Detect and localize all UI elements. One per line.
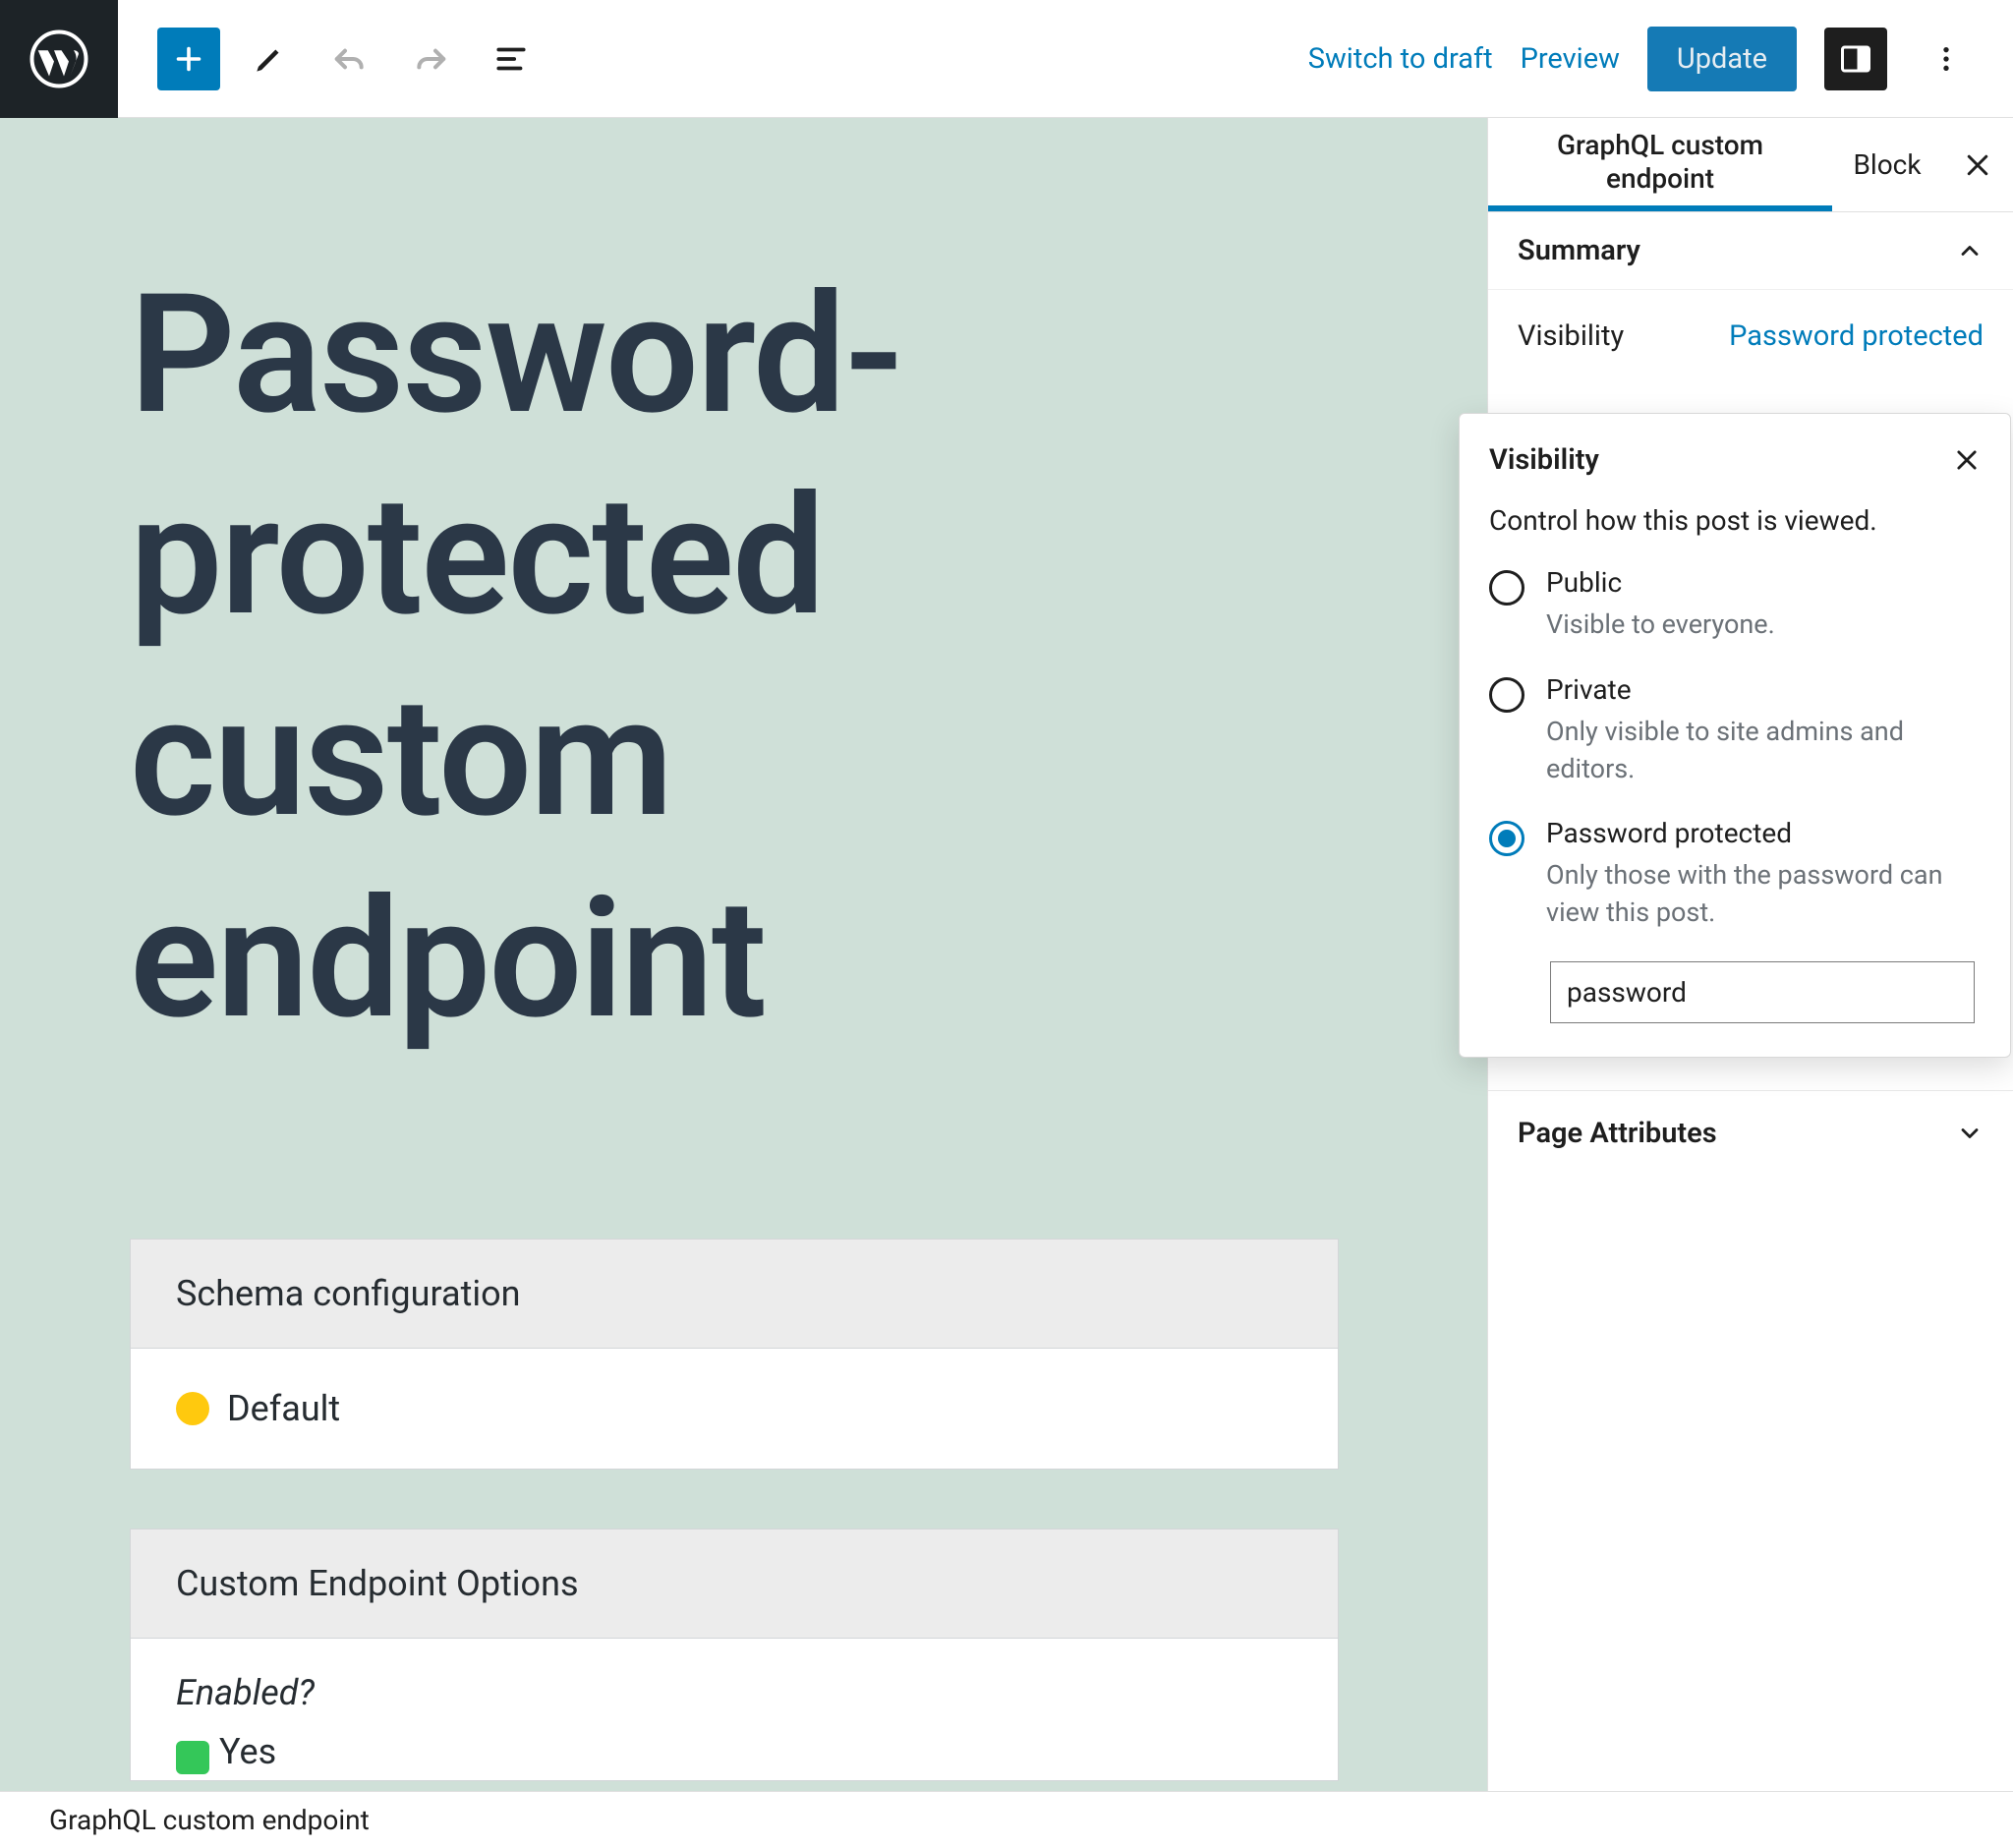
- wp-logo[interactable]: [0, 0, 118, 118]
- schema-config-value: Default: [227, 1388, 340, 1429]
- option-desc: Visible to everyone.: [1546, 606, 1775, 644]
- sidebar-tabs: GraphQL custom endpoint Block: [1488, 118, 2013, 212]
- visibility-option-private[interactable]: Private Only visible to site admins and …: [1489, 673, 1981, 788]
- close-icon: [1953, 446, 1981, 474]
- sidebar-icon: [1838, 41, 1873, 77]
- undo-icon: [330, 39, 370, 79]
- page-title[interactable]: Password-protected custom endpoint: [130, 256, 1339, 1062]
- panel-body: Enabled? Yes: [131, 1639, 1338, 1780]
- undo-button[interactable]: [318, 28, 381, 90]
- visibility-option-password[interactable]: Password protected Only those with the p…: [1489, 817, 1981, 932]
- panel-heading: Schema configuration: [131, 1240, 1338, 1349]
- edit-tool-button[interactable]: [238, 28, 301, 90]
- plus-icon: [171, 41, 206, 77]
- editor-canvas: Password-protected custom endpoint Schem…: [0, 118, 1487, 1791]
- popover-close-button[interactable]: [1953, 446, 1981, 474]
- redo-button[interactable]: [399, 28, 462, 90]
- topbar-right-actions: Switch to draft Preview Update: [1308, 27, 2013, 91]
- more-options-button[interactable]: [1915, 28, 1978, 90]
- switch-to-draft-link[interactable]: Switch to draft: [1308, 42, 1493, 76]
- option-label: Password protected: [1546, 817, 1981, 849]
- wordpress-icon: [29, 29, 88, 88]
- yellow-dot-icon: [176, 1392, 209, 1425]
- password-input[interactable]: [1550, 961, 1975, 1023]
- radio-icon: [1489, 570, 1524, 606]
- preview-link[interactable]: Preview: [1521, 42, 1620, 76]
- option-label: Private: [1546, 673, 1981, 706]
- add-block-button[interactable]: [157, 28, 220, 90]
- panel-body: Default: [131, 1349, 1338, 1469]
- enabled-label: Enabled?: [176, 1672, 1293, 1713]
- pencil-icon: [251, 40, 288, 78]
- topbar-left-tools: [118, 28, 543, 90]
- settings-sidebar: GraphQL custom endpoint Block Summary Vi…: [1487, 118, 2013, 1791]
- editor-topbar: Switch to draft Preview Update: [0, 0, 2013, 118]
- visibility-option-public[interactable]: Public Visible to everyone.: [1489, 566, 1981, 644]
- breadcrumb-footer: GraphQL custom endpoint: [0, 1791, 2013, 1848]
- chevron-down-icon: [1956, 1120, 1984, 1147]
- radio-icon: [1489, 821, 1524, 856]
- visibility-label: Visibility: [1518, 319, 1624, 353]
- close-sidebar-button[interactable]: [1942, 118, 2013, 211]
- kebab-icon: [1930, 43, 1962, 75]
- panel-heading: Custom Endpoint Options: [131, 1530, 1338, 1639]
- option-label: Public: [1546, 566, 1775, 599]
- page-attributes-title: Page Attributes: [1518, 1117, 1717, 1150]
- enabled-value: Yes: [219, 1731, 276, 1772]
- green-check-icon: [176, 1741, 209, 1774]
- settings-sidebar-toggle[interactable]: [1824, 28, 1887, 90]
- custom-endpoint-options-panel: Custom Endpoint Options Enabled? Yes: [130, 1529, 1339, 1781]
- editor-main: Password-protected custom endpoint Schem…: [0, 118, 2013, 1791]
- breadcrumb-text[interactable]: GraphQL custom endpoint: [49, 1804, 370, 1836]
- page-attributes-section-toggle[interactable]: Page Attributes: [1488, 1090, 2013, 1176]
- document-overview-button[interactable]: [480, 28, 543, 90]
- popover-description: Control how this post is viewed.: [1489, 504, 1981, 537]
- visibility-value-link[interactable]: Password protected: [1729, 319, 1984, 353]
- summary-section-toggle[interactable]: Summary: [1488, 212, 2013, 290]
- popover-title: Visibility: [1489, 443, 1599, 477]
- outline-icon: [492, 40, 530, 78]
- option-desc: Only those with the password can view th…: [1546, 857, 1981, 932]
- update-button[interactable]: Update: [1647, 27, 1797, 91]
- visibility-popover: Visibility Control how this post is view…: [1459, 413, 2011, 1058]
- summary-visibility-row: Visibility Password protected: [1488, 290, 2013, 382]
- close-icon: [1963, 150, 1992, 180]
- redo-icon: [411, 39, 450, 79]
- radio-icon: [1489, 677, 1524, 713]
- summary-title: Summary: [1518, 234, 1640, 267]
- option-desc: Only visible to site admins and editors.: [1546, 714, 1981, 788]
- chevron-up-icon: [1956, 237, 1984, 264]
- tab-block[interactable]: Block: [1832, 118, 1942, 211]
- tab-document[interactable]: GraphQL custom endpoint: [1488, 118, 1832, 211]
- schema-config-panel: Schema configuration Default: [130, 1239, 1339, 1470]
